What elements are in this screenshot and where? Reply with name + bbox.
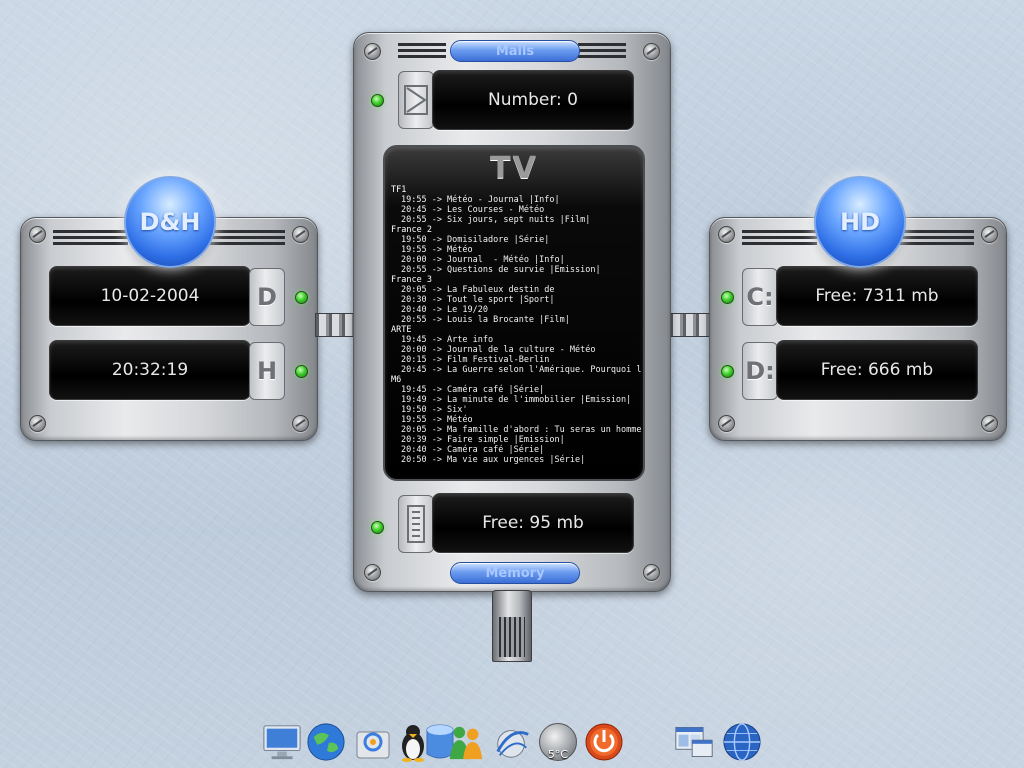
screw: [981, 226, 998, 243]
left-connector: [315, 313, 357, 337]
mail-count-display: Number: 0: [432, 70, 634, 130]
monitor-icon[interactable]: [262, 722, 302, 762]
drive-c-led: [721, 291, 734, 304]
vent-grille: [398, 43, 446, 61]
tv-program-item[interactable]: 20:50 -> Ma vie aux urgences |Série|: [391, 455, 641, 465]
drive-d-tag: D:: [742, 342, 778, 400]
screw: [981, 415, 998, 432]
time-led: [295, 365, 308, 378]
screw: [292, 226, 309, 243]
mails-button[interactable]: Mails: [450, 40, 580, 62]
tv-program-item[interactable]: 20:05 -> La Fabuleux destin de: [391, 285, 641, 295]
screw: [29, 226, 46, 243]
vent-grille: [53, 230, 128, 248]
screw: [364, 43, 381, 60]
tv-program-item[interactable]: 20:05 -> Ma famille d'abord : Tu seras u…: [391, 425, 641, 435]
screw: [718, 415, 735, 432]
harddisk-orb[interactable]: HD: [814, 176, 906, 268]
vent-grille: [210, 230, 285, 248]
tv-program-item[interactable]: 20:40 -> Caméra café |Série|: [391, 445, 641, 455]
tv-program-item[interactable]: 20:55 -> Questions de survie |Emission|: [391, 265, 641, 275]
tv-channel-name: ARTE: [391, 325, 412, 335]
vent-grille: [578, 43, 626, 61]
tv-program-item[interactable]: 19:45 -> Arte info: [391, 335, 641, 345]
mail-arrow-icon: [404, 85, 428, 115]
tv-program-item[interactable]: 19:50 -> Domisiladore |Série|: [391, 235, 641, 245]
time-value: 20:32:19: [111, 360, 189, 380]
tv-program-item[interactable]: 20:30 -> Tout le sport |Sport|: [391, 295, 641, 305]
memory-chip-icon: [407, 505, 425, 543]
tv-program-item[interactable]: 20:45 -> Les Courses - Météo: [391, 205, 641, 215]
vent-grille: [899, 230, 974, 248]
weather-temp: 5°C: [547, 748, 569, 761]
mail-button[interactable]: [398, 71, 434, 129]
memory-button[interactable]: [398, 495, 434, 553]
tv-screen: TV TF1 19:55 -> Météo - Journal |Info| 20:…: [383, 145, 645, 481]
tv-program-item[interactable]: 20:55 -> Louis la Brocante |Film|: [391, 315, 641, 325]
screw: [292, 415, 309, 432]
windows-icon[interactable]: [674, 722, 714, 762]
mail-led: [371, 94, 384, 107]
network-icon[interactable]: [492, 722, 532, 762]
mail-count-value: Number: 0: [488, 90, 578, 110]
tv-channel-name: France 3: [391, 275, 432, 285]
tv-program-item[interactable]: 20:40 -> Le 19/20: [391, 305, 641, 315]
tv-program-item[interactable]: 19:50 -> Six': [391, 405, 641, 415]
drive-d-display: Free: 666 mb: [776, 340, 978, 400]
tv-program-item[interactable]: 19:45 -> Caméra café |Série|: [391, 385, 641, 395]
messenger-icon[interactable]: [446, 722, 486, 762]
screw: [718, 226, 735, 243]
tv-channel-name: M6: [391, 375, 402, 385]
globe-icon[interactable]: [306, 722, 346, 762]
drive-d-value: Free: 666 mb: [820, 360, 934, 380]
drive-c-value: Free: 7311 mb: [815, 286, 939, 306]
screw: [643, 43, 660, 60]
datetime-orb[interactable]: D&H: [124, 176, 216, 268]
drive-c-tag: C:: [742, 268, 778, 326]
vent-grille: [742, 230, 817, 248]
mails-label: Mails: [495, 43, 535, 59]
time-display: 20:32:19: [49, 340, 251, 400]
media-icon[interactable]: [353, 722, 393, 762]
memory-led: [371, 521, 384, 534]
tv-program-item[interactable]: 20:15 -> Film Festival-Berlin: [391, 355, 641, 365]
power-icon[interactable]: [584, 722, 624, 762]
tv-channel-name: France 2: [391, 225, 432, 235]
memory-pill-button[interactable]: Memory: [450, 562, 580, 584]
browser-globe-icon[interactable]: [722, 722, 762, 762]
right-connector: [669, 313, 711, 337]
drive-c-display: Free: 7311 mb: [776, 266, 978, 326]
datetime-orb-label: D&H: [139, 208, 201, 236]
harddisk-orb-label: HD: [839, 208, 880, 236]
weather-icon[interactable]: 5°C: [538, 722, 578, 762]
date-value: 10-02-2004: [100, 286, 200, 306]
tv-program-item[interactable]: 19:55 -> Météo: [391, 245, 641, 255]
memory-free-display: Free: 95 mb: [432, 493, 634, 553]
memory-label: Memory: [485, 565, 545, 581]
screw: [29, 415, 46, 432]
time-tag: H: [249, 342, 285, 400]
tv-title: TV: [490, 151, 538, 186]
tv-channel-name: TF1: [391, 185, 407, 195]
tv-program-item[interactable]: 19:49 -> La minute de l'immobilier |Emis…: [391, 395, 641, 405]
memory-free-value: Free: 95 mb: [482, 513, 584, 533]
tv-program-item[interactable]: 20:39 -> Faire simple |Emission|: [391, 435, 641, 445]
cable-connector: [492, 590, 532, 662]
screw: [364, 564, 381, 581]
tv-program-item[interactable]: 19:55 -> Météo - Journal |Info|: [391, 195, 641, 205]
tv-program-item[interactable]: 20:55 -> Six jours, sept nuits |Film|: [391, 215, 641, 225]
tv-program-item[interactable]: 20:45 -> La Guerre selon l'Amérique. Pou…: [391, 365, 641, 375]
tv-program-item[interactable]: 20:00 -> Journal - Météo |Info|: [391, 255, 641, 265]
tv-listing[interactable]: TF1 19:55 -> Météo - Journal |Info| 20:45 …: [391, 185, 641, 465]
date-led: [295, 291, 308, 304]
tv-program-item[interactable]: 20:00 -> Journal de la culture - Météo: [391, 345, 641, 355]
date-display: 10-02-2004: [49, 266, 251, 326]
tv-program-item[interactable]: 19:55 -> Météo: [391, 415, 641, 425]
date-tag: D: [249, 268, 285, 326]
screw: [643, 564, 660, 581]
drive-d-led: [721, 365, 734, 378]
